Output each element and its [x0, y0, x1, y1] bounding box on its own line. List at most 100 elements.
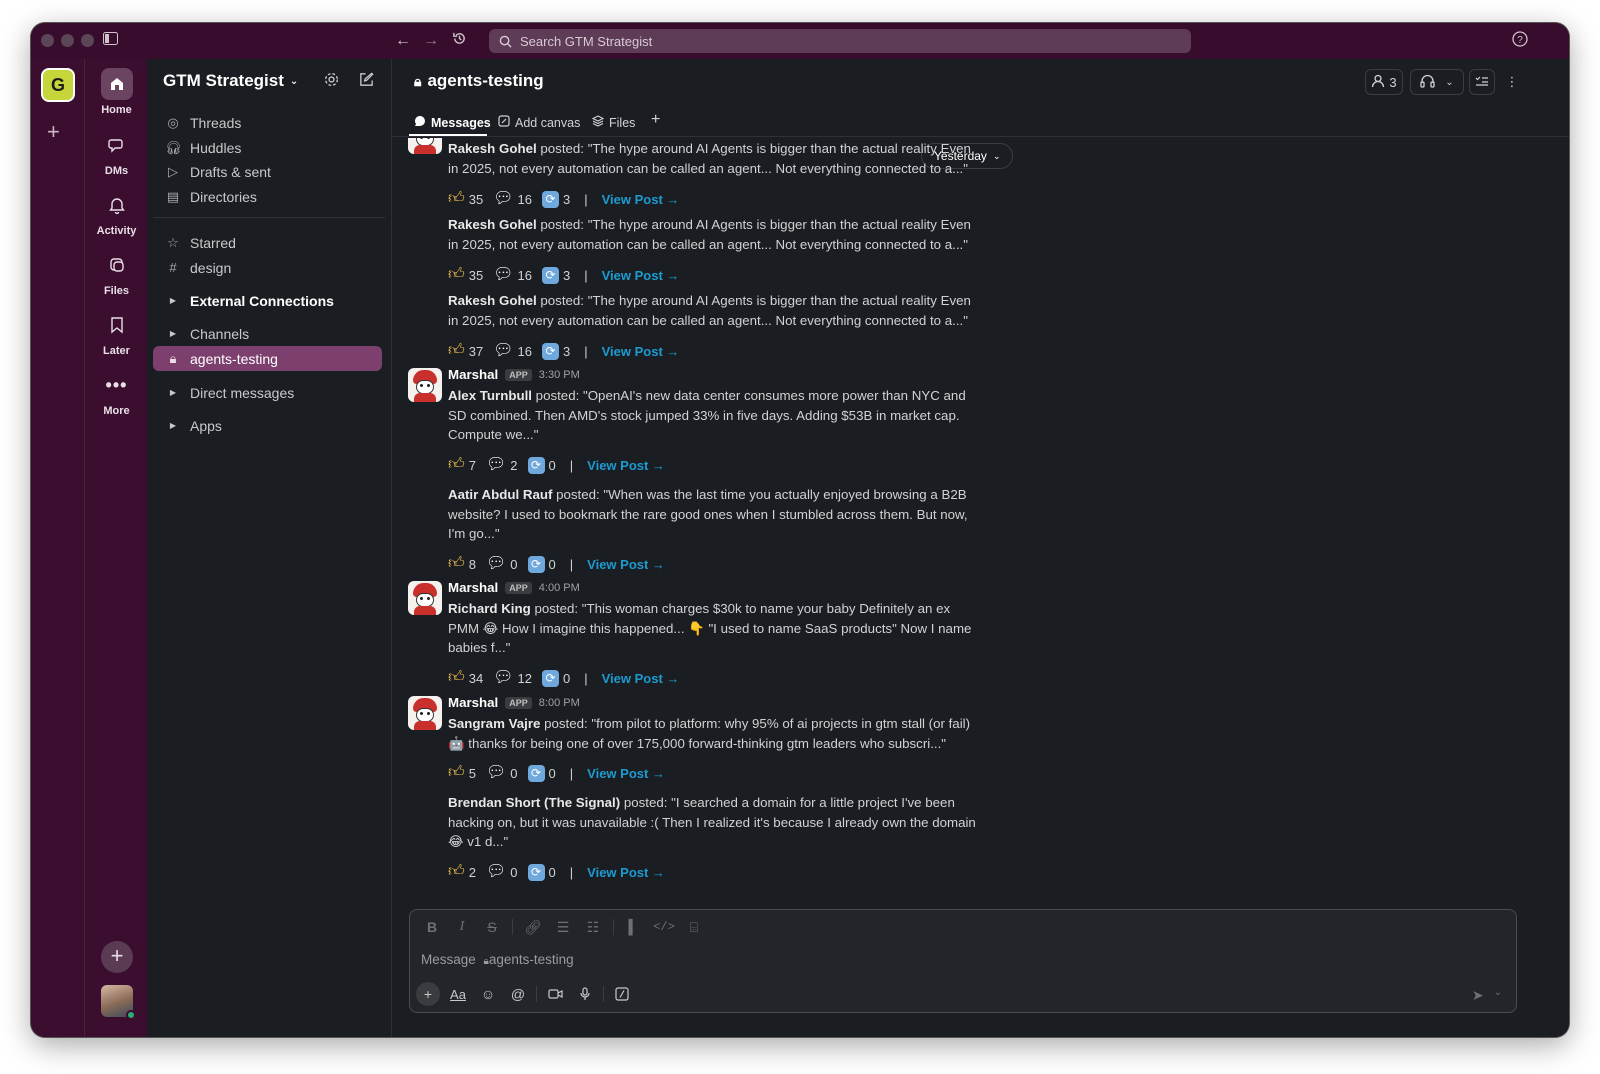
user-avatar[interactable]	[101, 985, 136, 1020]
text-format-icon[interactable]: Aa	[446, 982, 470, 1006]
italic-icon[interactable]: I	[448, 919, 476, 935]
sidebar-item-starred[interactable]: ☆ Starred	[153, 230, 382, 255]
sidebar-item-agents-testing[interactable]: 🔒︎ agents-testing	[153, 346, 382, 371]
bot-avatar[interactable]	[408, 696, 442, 730]
post-author: Rakesh Gohel	[448, 217, 537, 232]
view-post-link[interactable]: View Post →	[602, 344, 680, 359]
sender-name[interactable]: Marshal	[448, 367, 498, 382]
bulleted-list-icon[interactable]: ☷	[579, 919, 607, 936]
microphone-icon[interactable]	[573, 982, 597, 1006]
workspace-menu[interactable]: GTM Strategist ⌄	[163, 71, 298, 91]
view-post-link[interactable]: View Post →	[587, 766, 665, 781]
sidebar-item-label: Drafts & sent	[190, 163, 271, 180]
repost-icon: ⟳	[527, 863, 545, 881]
link-icon[interactable]: 🔗︎	[519, 919, 547, 936]
repost-count: 0	[562, 670, 571, 686]
message-input[interactable]: Message 🔒︎agents-testing	[421, 952, 574, 967]
members-button[interactable]: 3	[1365, 69, 1403, 95]
sender-name[interactable]: Marshal	[448, 695, 498, 710]
nav-more[interactable]: ••• More	[85, 369, 148, 418]
gear-icon[interactable]	[323, 71, 340, 93]
lock-icon: 🔒︎	[169, 350, 177, 366]
tab-add-canvas[interactable]: Add canvas	[498, 115, 580, 130]
message-timestamp[interactable]: 8:00 PM	[539, 697, 580, 709]
sidebar-item-huddles[interactable]: 🎧︎ Huddles	[153, 135, 382, 160]
blockquote-icon[interactable]: ▍	[620, 919, 648, 936]
message-composer[interactable]: B I S 🔗︎ ☰ ☷ ▍ </> ⌸ Message 🔒︎agents-te…	[409, 909, 1517, 1013]
formatting-toolbar: B I S 🔗︎ ☰ ☷ ▍ </> ⌸	[410, 910, 708, 944]
toolbar-divider	[536, 986, 537, 1002]
numbered-list-icon[interactable]: ☰	[549, 919, 577, 936]
message-timestamp[interactable]: 4:00 PM	[539, 582, 580, 594]
close-window-button[interactable]	[41, 34, 54, 47]
files-icon	[101, 249, 133, 281]
minimize-window-button[interactable]	[61, 34, 74, 47]
bold-icon[interactable]: B	[418, 919, 446, 935]
slash-command-icon[interactable]	[610, 982, 634, 1006]
tab-files[interactable]: Files	[591, 115, 635, 130]
emoji-icon[interactable]: ☺	[476, 982, 500, 1006]
search-input[interactable]: Search GTM Strategist	[489, 29, 1191, 53]
message-timestamp[interactable]: 3:30 PM	[539, 369, 580, 381]
send-icon[interactable]: ➤	[1472, 987, 1484, 1004]
sender-name[interactable]: Marshal	[448, 580, 498, 595]
sidebar-section-dms[interactable]: ▶ Direct messages	[153, 380, 382, 405]
comment-count: 12	[517, 670, 532, 686]
view-post-link[interactable]: View Post →	[602, 671, 680, 686]
nav-dms[interactable]: DMs	[85, 129, 148, 177]
workspace-badge[interactable]: G	[41, 68, 75, 102]
forward-arrow-icon[interactable]: →	[421, 31, 441, 51]
nav-activity[interactable]: Activity	[85, 189, 148, 237]
create-new-button[interactable]: +	[101, 941, 133, 973]
tab-messages[interactable]: Messages	[414, 115, 491, 130]
help-icon[interactable]: ?	[1510, 31, 1530, 51]
zoom-window-button[interactable]	[81, 34, 94, 47]
nav-later[interactable]: Later	[85, 309, 148, 357]
channel-title[interactable]: 🔒︎ agents-testing	[414, 71, 544, 91]
back-arrow-icon[interactable]: ←	[393, 31, 413, 51]
more-vertical-icon[interactable]: ⋮	[1502, 69, 1522, 95]
add-workspace-icon[interactable]: +	[47, 119, 60, 145]
code-block-icon[interactable]: ⌸	[680, 919, 708, 936]
view-post-link[interactable]: View Post →	[602, 268, 680, 283]
sidebar-toggle-icon[interactable]	[100, 31, 120, 51]
canvas-list-button[interactable]	[1469, 69, 1495, 95]
chevron-down-icon[interactable]: ⌄	[1494, 987, 1502, 1004]
attach-plus-icon[interactable]: +	[416, 982, 440, 1006]
sidebar-item-threads[interactable]: ◎ Threads	[153, 110, 382, 135]
sidebar-item-design[interactable]: # design	[153, 255, 382, 280]
nav-dms-label: DMs	[104, 165, 129, 177]
thumbs-up-icon: 👍︎	[448, 764, 465, 781]
sidebar-section-external[interactable]: ▶ External Connections	[153, 288, 382, 313]
like-count: 5	[468, 765, 476, 781]
history-icon[interactable]	[449, 31, 469, 51]
bot-avatar[interactable]	[408, 368, 442, 402]
post-author: Aatir Abdul Rauf	[448, 487, 553, 502]
sidebar-section-apps[interactable]: ▶ Apps	[153, 413, 382, 438]
repost-count: 3	[562, 343, 571, 359]
huddle-button[interactable]: ⌄	[1410, 69, 1464, 95]
sidebar-item-directories[interactable]: ▤ Directories	[153, 184, 382, 209]
view-post-link[interactable]: View Post →	[587, 865, 665, 880]
view-post-link[interactable]: View Post →	[602, 192, 680, 207]
sidebar-item-label: agents-testing	[190, 350, 278, 367]
sidebar-section-label: Apps	[190, 417, 222, 434]
lock-icon: 🔒︎	[414, 72, 422, 89]
sidebar-section-channels[interactable]: ▶ Channels	[153, 321, 382, 346]
message-bubble-icon	[414, 115, 426, 130]
bot-avatar[interactable]	[408, 581, 442, 615]
video-icon[interactable]	[543, 982, 567, 1006]
compose-icon[interactable]	[358, 71, 375, 93]
sidebar-item-drafts[interactable]: ▷ Drafts & sent	[153, 159, 382, 184]
add-tab-icon[interactable]: +	[651, 111, 660, 129]
view-post-link[interactable]: View Post →	[587, 557, 665, 572]
thumbs-up-icon: 👍︎	[448, 190, 465, 207]
view-post-link[interactable]: View Post →	[587, 458, 665, 473]
comment-count: 0	[510, 556, 518, 572]
mention-icon[interactable]: @	[506, 982, 530, 1006]
sidebar-divider	[153, 217, 385, 218]
nav-files[interactable]: Files	[85, 249, 148, 297]
code-icon[interactable]: </>	[650, 920, 678, 934]
strikethrough-icon[interactable]: S	[478, 919, 506, 935]
nav-home[interactable]: Home	[85, 68, 148, 116]
